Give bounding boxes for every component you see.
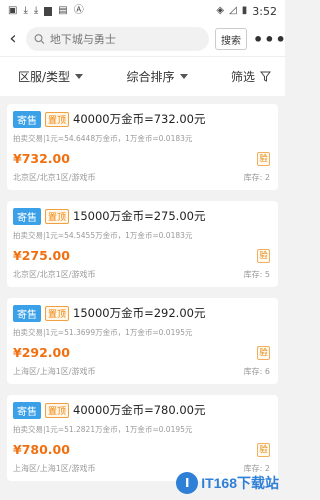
filter-bar: 区服/类型 综合排序 筛选: [0, 56, 285, 96]
pinned-tag: 置顶: [45, 402, 70, 418]
listing-region: 北京区/北京1区/游戏币: [13, 270, 96, 279]
listing-footer: 上海区/上海1区/游戏币 库存: 6: [13, 366, 272, 377]
listing-rate: 拍卖交易|1元=51.2821万金币，1万金币=0.0195元: [13, 425, 193, 434]
consign-tag: 寄售: [13, 207, 41, 225]
filter-sort-dropdown[interactable]: 综合排序: [127, 68, 188, 85]
download-icon: ⤓: [33, 5, 39, 16]
signal-off-icon: ◿: [229, 5, 237, 16]
listing-rate: 拍卖交易|1元=54.5455万金币，1万金币=0.0183元: [13, 231, 193, 240]
download-icon: ⤓: [23, 5, 28, 16]
consign-tag: 寄售: [13, 304, 41, 322]
listing-title-row: 寄售 置顶 40000万金币=732.00元: [13, 110, 272, 128]
listing-region: 上海区/上海1区/游戏币: [13, 367, 96, 376]
listing-stock: 库存: 5: [243, 270, 270, 279]
more-menu-icon[interactable]: •••: [253, 30, 286, 49]
search-button[interactable]: 搜索: [215, 28, 247, 50]
listing-title-row: 寄售 置顶 15000万金币=275.00元: [13, 207, 272, 225]
filter-region-dropdown[interactable]: 区服/类型: [18, 68, 84, 85]
watermark-text: IT168下载站: [201, 475, 279, 491]
top-bar: ‹ 搜索 •••: [0, 22, 286, 56]
font-icon: Ⓐ: [73, 5, 84, 16]
status-right-icons: ◈ ◿ ▮ 3:52: [216, 5, 277, 18]
gamepad-icon: ▣: [8, 5, 18, 16]
filter-label: 筛选: [230, 70, 255, 84]
listing-region: 上海区/上海1区/游戏币: [13, 464, 96, 473]
listing-stock: 库存: 2: [243, 173, 270, 182]
site-watermark: I IT168下载站: [176, 472, 279, 494]
listing-title: 40000万金币=780.00元: [73, 403, 206, 417]
search-input[interactable]: [49, 32, 201, 46]
pinned-tag: 置顶: [45, 305, 70, 321]
listing-price: ¥292.00: [13, 345, 70, 360]
listing-title: 15000万金币=275.00元: [73, 209, 206, 223]
chevron-down-icon: [179, 74, 188, 79]
listing-rate: 拍卖交易|1元=51.3699万金币，1万金币=0.0195元: [13, 328, 193, 337]
listing-price: ¥780.00: [13, 442, 70, 457]
funnel-icon: [259, 71, 271, 82]
listing-card[interactable]: 寄售 置顶 40000万金币=780.00元 拍卖交易|1元=51.2821万金…: [7, 395, 278, 481]
status-left-icons: ▣ ⤓ ⤓ ▤ Ⓐ: [8, 6, 84, 16]
search-icon: [34, 34, 45, 44]
consign-tag: 寄售: [13, 401, 41, 419]
listing-title: 40000万金币=732.00元: [73, 112, 206, 126]
pinned-tag: 置顶: [45, 111, 70, 127]
verified-badge: 验: [257, 249, 270, 263]
listing-footer: 北京区/北京1区/游戏币 库存: 5: [13, 269, 272, 280]
verified-badge: 验: [257, 152, 270, 166]
search-box[interactable]: [26, 27, 209, 51]
wifi-icon: ◈: [216, 5, 225, 16]
chevron-down-icon: [75, 74, 84, 79]
listing-stock: 库存: 6: [243, 367, 270, 376]
pinned-tag: 置顶: [45, 208, 70, 224]
filter-button[interactable]: 筛选: [231, 68, 271, 85]
listing-card[interactable]: 寄售 置顶 40000万金币=732.00元 拍卖交易|1元=54.6448万金…: [7, 104, 278, 190]
listing-footer: 北京区/北京1区/游戏币 库存: 2: [13, 172, 272, 183]
verified-badge: 验: [257, 443, 270, 457]
listing-price: ¥732.00: [13, 151, 70, 166]
book-icon: [44, 6, 53, 16]
filter-sort-label: 综合排序: [126, 70, 175, 84]
listing-card[interactable]: 寄售 置顶 15000万金币=275.00元 拍卖交易|1元=54.5455万金…: [7, 201, 278, 287]
filter-region-label: 区服/类型: [18, 70, 71, 84]
verified-badge: 验: [257, 346, 270, 360]
status-time: 3:52: [252, 4, 277, 18]
watermark-logo-icon: I: [176, 472, 199, 494]
listing-title-row: 寄售 置顶 40000万金币=780.00元: [13, 401, 272, 419]
listing-card[interactable]: 寄售 置顶 15000万金币=292.00元 拍卖交易|1元=51.3699万金…: [7, 298, 278, 384]
file-icon: ▤: [58, 5, 68, 16]
listing-region: 北京区/北京1区/游戏币: [13, 173, 96, 182]
listing-price: ¥275.00: [13, 248, 70, 263]
back-arrow-icon[interactable]: ‹: [6, 29, 20, 49]
listing-list: 寄售 置顶 40000万金币=732.00元 拍卖交易|1元=54.6448万金…: [0, 104, 285, 481]
consign-tag: 寄售: [13, 110, 41, 128]
listing-title: 15000万金币=292.00元: [73, 306, 206, 320]
listing-rate: 拍卖交易|1元=54.6448万金币，1万金币=0.0183元: [13, 134, 193, 143]
listing-title-row: 寄售 置顶 15000万金币=292.00元: [13, 304, 272, 322]
battery-icon: ▮: [241, 5, 248, 16]
status-bar: ▣ ⤓ ⤓ ▤ Ⓐ ◈ ◿ ▮ 3:52: [0, 0, 285, 22]
